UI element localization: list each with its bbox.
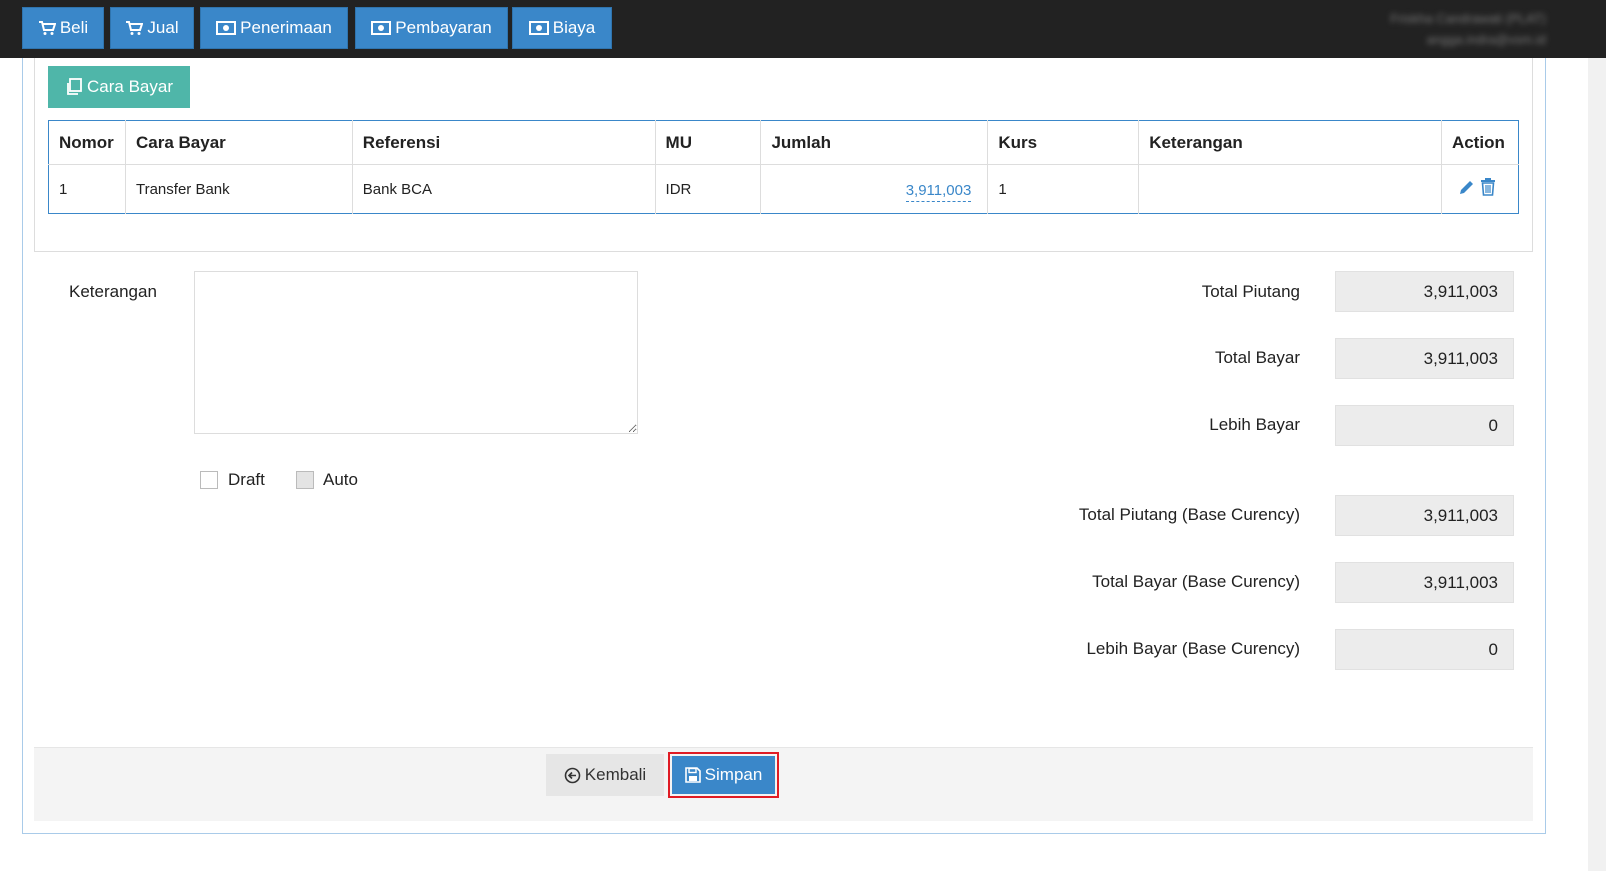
nav-button-penerimaan[interactable]: Penerimaan [200, 7, 348, 49]
cart-icon [38, 21, 56, 35]
cell-referensi: Bank BCA [352, 164, 656, 214]
user-name: Friskha Candrawati (PLAT) [1390, 11, 1546, 26]
total-bayar-base-label: Total Bayar (Base Curency) [1092, 572, 1300, 591]
floppy-disk-icon [684, 767, 701, 783]
cell-kurs: 1 [987, 164, 1140, 214]
cell-nomor: 1 [48, 164, 126, 214]
save-button-label: Simpan [704, 765, 763, 784]
pencil-icon[interactable] [1458, 178, 1476, 196]
total-bayar-label: Total Bayar [1214, 348, 1300, 367]
cell-jumlah: 3,911,003 [760, 164, 989, 214]
draft-label: Draft [228, 470, 265, 489]
cell-action [1441, 165, 1518, 214]
lebih-bayar-label: Lebih Bayar [1209, 415, 1300, 434]
total-piutang-label: Total Piutang [1201, 282, 1300, 301]
col-header-mu: MU [655, 120, 762, 165]
auto-label: Auto [323, 470, 358, 489]
col-header-cara-bayar: Cara Bayar [125, 120, 353, 165]
cell-cara-bayar: Transfer Bank [125, 164, 353, 214]
lebih-bayar-base-label: Lebih Bayar (Base Curency) [1086, 639, 1300, 658]
page-scrollbar[interactable] [1588, 58, 1606, 871]
money-icon [371, 21, 392, 35]
trash-icon[interactable] [1480, 178, 1496, 196]
top-navbar: Beli Jual Penerimaan Pembayaran Biaya Fr… [0, 0, 1606, 58]
back-button-label: Kembali [584, 765, 647, 784]
arrow-left-circle-icon [564, 767, 581, 783]
col-header-keterangan: Keterangan [1138, 120, 1442, 165]
table-row: 1 Transfer Bank Bank BCA IDR 3,911,003 1 [48, 164, 1519, 214]
nav-button-beli[interactable]: Beli [22, 7, 104, 49]
total-piutang-base-label: Total Piutang (Base Curency) [1078, 505, 1300, 524]
keterangan-textarea[interactable] [194, 271, 638, 434]
col-header-jumlah: Jumlah [760, 120, 989, 165]
back-button[interactable]: Kembali [546, 754, 664, 796]
nav-button-jual[interactable]: Jual [110, 7, 194, 49]
cell-keterangan [1138, 164, 1442, 214]
auto-checkbox[interactable] [296, 471, 314, 489]
total-bayar-value: 3,911,003 [1335, 338, 1514, 379]
cell-mu: IDR [655, 164, 762, 214]
add-payment-method-button[interactable]: Cara Bayar [48, 66, 190, 108]
form-footer [34, 747, 1533, 821]
col-header-nomor: Nomor [48, 120, 126, 165]
col-header-kurs: Kurs [987, 120, 1140, 165]
money-icon [528, 21, 549, 35]
lebih-bayar-value: 0 [1335, 405, 1514, 446]
table-header-row: Nomor Cara Bayar Referensi MU Jumlah Kur… [48, 120, 1519, 165]
add-payment-method-label: Cara Bayar [87, 77, 173, 96]
nav-button-label: Jual [147, 18, 179, 37]
total-piutang-value: 3,911,003 [1335, 271, 1514, 312]
col-header-referensi: Referensi [352, 120, 656, 165]
total-bayar-base-value: 3,911,003 [1335, 562, 1514, 603]
user-info[interactable]: Friskha Candrawati (PLAT) angga.indra@vs… [1390, 8, 1546, 50]
nav-button-label: Beli [59, 18, 89, 37]
col-header-action: Action [1441, 120, 1519, 165]
user-email: angga.indra@vsm.id [1426, 32, 1546, 47]
nav-button-pembayaran[interactable]: Pembayaran [355, 7, 508, 49]
total-piutang-base-value: 3,911,003 [1335, 495, 1514, 536]
cart-icon [126, 21, 144, 35]
lebih-bayar-base-value: 0 [1335, 629, 1514, 670]
draft-checkbox[interactable] [200, 471, 218, 489]
jumlah-editable-amount[interactable]: 3,911,003 [905, 182, 972, 202]
copy-icon [67, 78, 82, 95]
keterangan-label: Keterangan [69, 282, 157, 301]
money-icon [216, 21, 237, 35]
nav-button-label: Pembayaran [395, 18, 492, 37]
nav-button-label: Penerimaan [240, 18, 332, 37]
save-button-highlight: Simpan [668, 752, 779, 798]
nav-button-biaya[interactable]: Biaya [512, 7, 612, 49]
payment-table: Nomor Cara Bayar Referensi MU Jumlah Kur… [48, 120, 1519, 214]
save-button[interactable]: Simpan [672, 756, 775, 794]
nav-button-label: Biaya [552, 18, 596, 37]
